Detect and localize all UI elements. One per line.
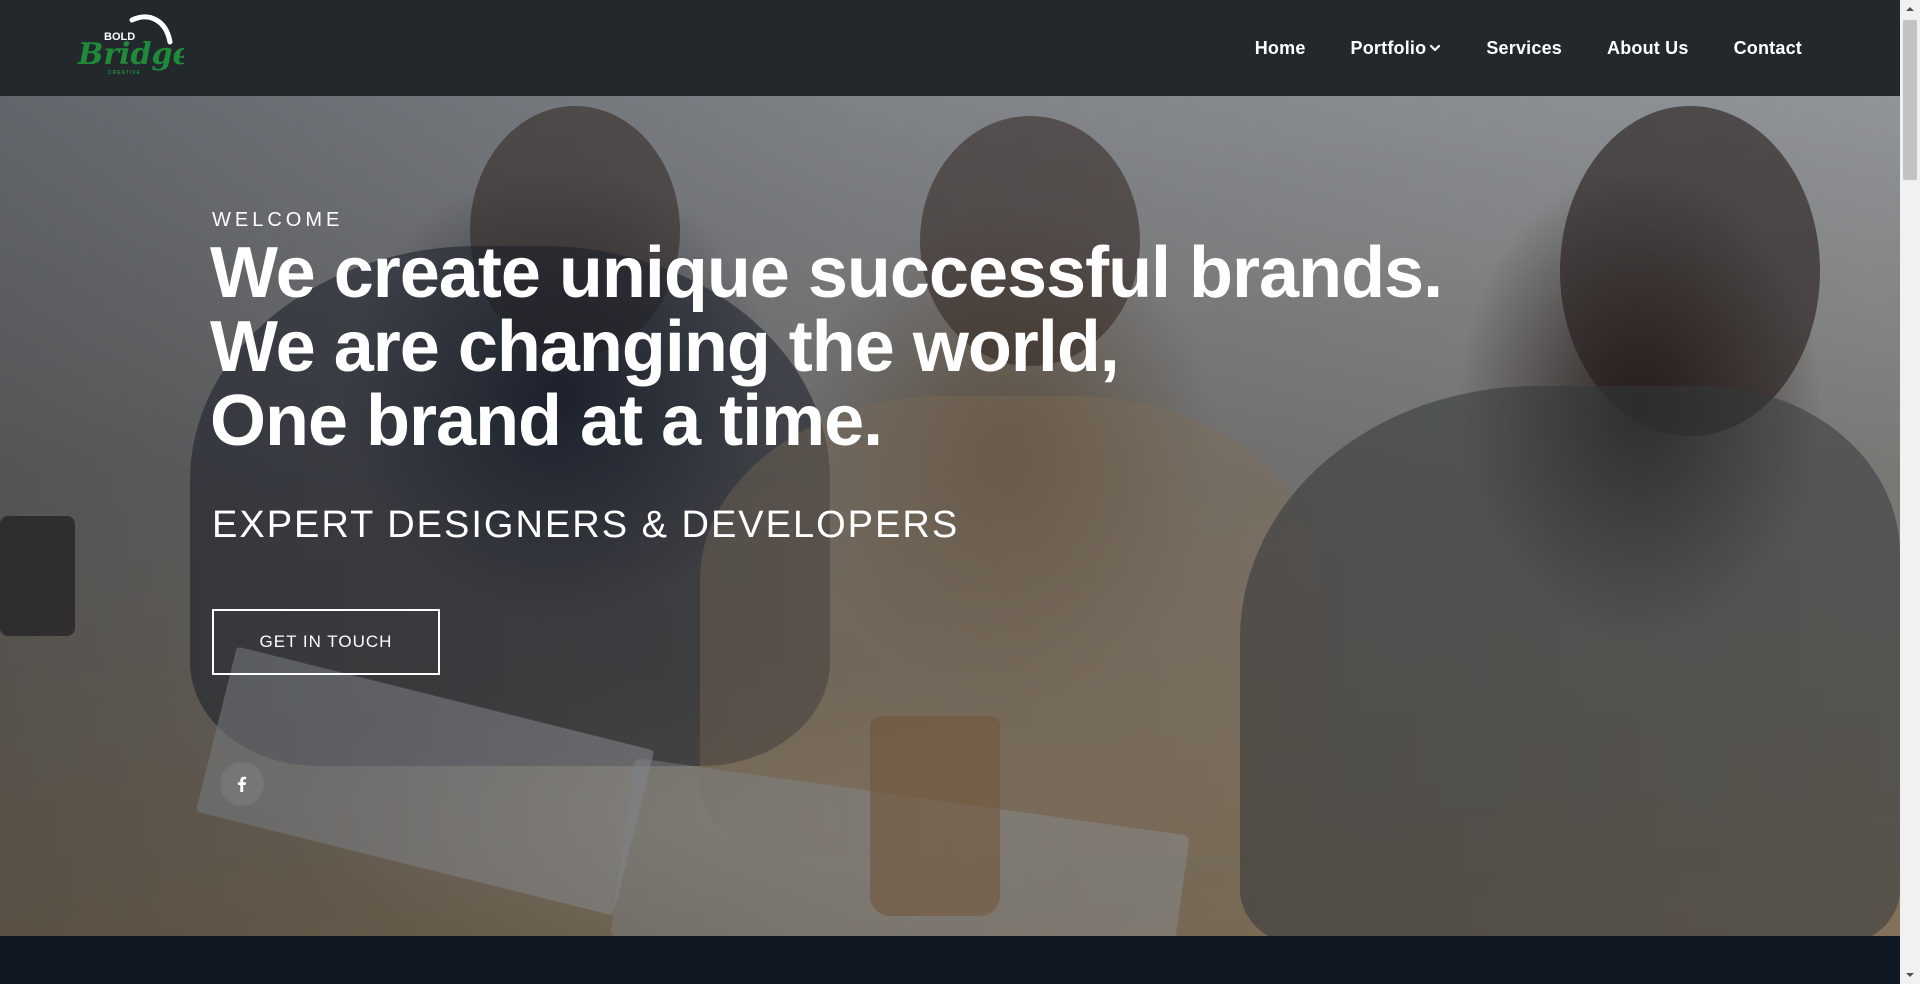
scroll-up-arrow-icon[interactable] — [1900, 0, 1920, 18]
chevron-down-icon — [1430, 44, 1441, 52]
main-nav: Home Portfolio Services About Us Contact — [1210, 0, 1802, 96]
site-header: BOLD Bridge CREATIVE Home Portfolio Serv… — [0, 0, 1900, 96]
bold-bridge-logo-icon: BOLD Bridge CREATIVE — [77, 14, 184, 76]
nav-portfolio[interactable]: Portfolio — [1351, 38, 1442, 59]
nav-home-label: Home — [1254, 37, 1306, 58]
hero-headline-line: We create unique successful brands. — [210, 233, 1443, 313]
next-section-edge — [0, 936, 1900, 984]
scroll-down-arrow-icon[interactable] — [1900, 966, 1920, 984]
brand-logo[interactable]: BOLD Bridge CREATIVE — [74, 14, 184, 80]
nav-contact-label: Contact — [1733, 37, 1802, 58]
nav-services[interactable]: Services — [1486, 38, 1562, 59]
hero-eyebrow: WELCOME — [212, 209, 344, 231]
scrollbar-thumb[interactable] — [1903, 20, 1917, 180]
hero-section: WELCOME We create unique successful bran… — [0, 96, 1900, 936]
hero-headline: We create unique successful brands. We a… — [210, 233, 1443, 461]
hero-headline-line: One brand at a time. — [210, 381, 883, 461]
nav-services-label: Services — [1486, 37, 1562, 58]
page-scrollbar[interactable] — [1900, 0, 1920, 984]
svg-text:CREATIVE: CREATIVE — [108, 70, 141, 76]
nav-home[interactable]: Home — [1255, 38, 1306, 59]
nav-portfolio-label: Portfolio — [1350, 37, 1427, 58]
nav-about-us-label: About Us — [1607, 37, 1689, 58]
hero-headline-line: We are changing the world, — [210, 307, 1120, 387]
facebook-link[interactable] — [220, 762, 264, 806]
nav-contact[interactable]: Contact — [1734, 38, 1802, 59]
nav-about-us[interactable]: About Us — [1607, 38, 1689, 59]
get-in-touch-button[interactable]: GET IN TOUCH — [212, 609, 440, 675]
facebook-icon — [237, 776, 247, 792]
svg-text:Bridge: Bridge — [77, 37, 184, 72]
hero-subhead: EXPERT DESIGNERS & DEVELOPERS — [212, 504, 960, 546]
